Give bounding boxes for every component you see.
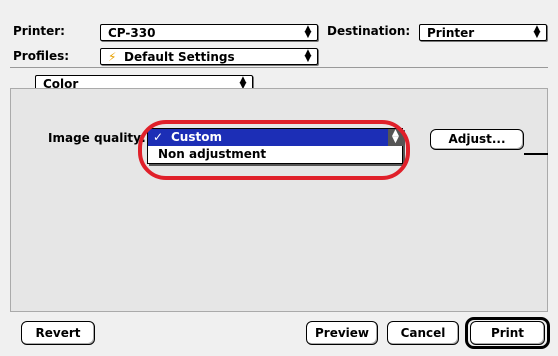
revert-button[interactable]: Revert bbox=[21, 321, 95, 345]
profile-color-icon: ⚡ bbox=[108, 50, 117, 64]
destination-popup[interactable]: Printer bbox=[419, 24, 547, 41]
popup-arrows-icon bbox=[531, 26, 543, 39]
profiles-popup[interactable]: ⚡ Default Settings bbox=[100, 48, 318, 65]
printer-value: CP-330 bbox=[108, 26, 156, 40]
destination-label: Destination: bbox=[327, 24, 411, 38]
header-divider bbox=[10, 67, 548, 68]
image-quality-label: Image quality: bbox=[48, 131, 146, 145]
destination-value: Printer bbox=[427, 26, 475, 40]
popup-arrows-icon bbox=[302, 50, 314, 63]
profiles-value: Default Settings bbox=[124, 50, 235, 64]
popup-arrows-icon bbox=[302, 26, 314, 39]
adjust-connector-line bbox=[524, 153, 548, 155]
adjust-button[interactable]: Adjust... bbox=[430, 129, 524, 150]
highlight-ring bbox=[138, 120, 410, 180]
profiles-label: Profiles: bbox=[13, 49, 70, 63]
print-button[interactable]: Print bbox=[470, 321, 545, 345]
printer-label: Printer: bbox=[13, 24, 65, 38]
preview-button[interactable]: Preview bbox=[306, 321, 378, 345]
cancel-button[interactable]: Cancel bbox=[387, 321, 459, 345]
printer-popup[interactable]: CP-330 bbox=[100, 24, 318, 41]
